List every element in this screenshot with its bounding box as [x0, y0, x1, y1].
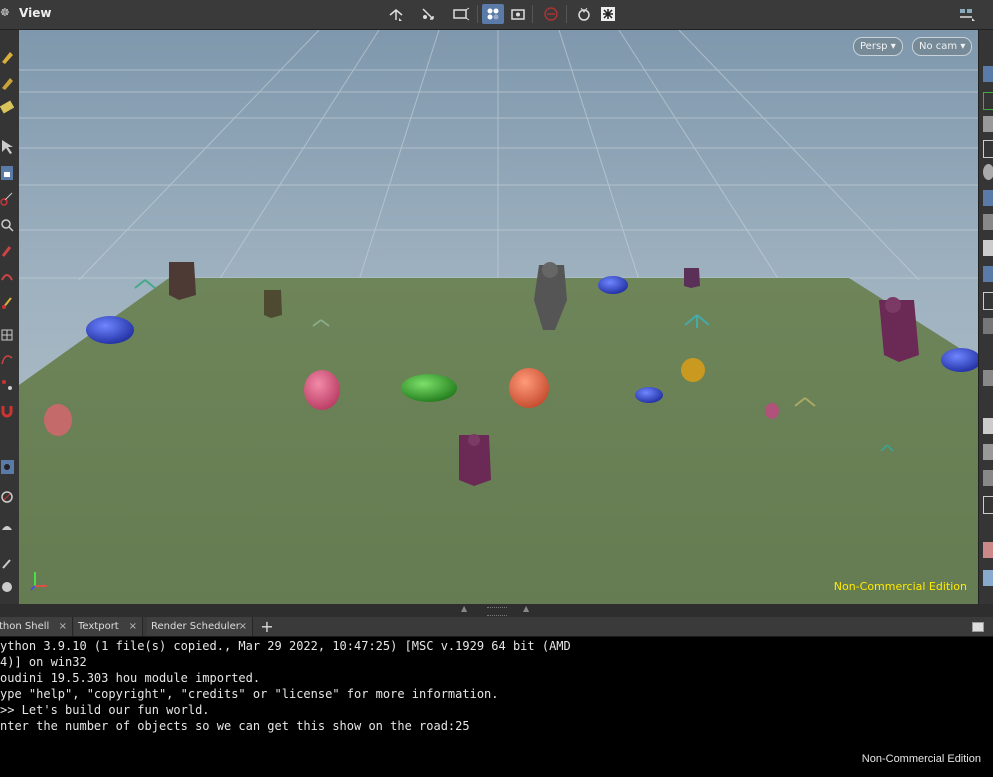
snap-icon[interactable] [0, 402, 14, 420]
camera-label: No cam [919, 41, 958, 52]
shade-icon[interactable] [983, 164, 993, 180]
shell-line: oudini 19.5.303 hou module imported. [0, 671, 261, 685]
bg-icon[interactable] [983, 266, 993, 282]
pin-icon[interactable] [0, 294, 14, 312]
points-icon[interactable] [0, 376, 14, 394]
paint-icon[interactable] [0, 242, 14, 260]
persp-label: Persp [860, 41, 888, 52]
normals-icon[interactable] [983, 240, 993, 256]
handle-icon[interactable] [450, 4, 472, 24]
vis-icon[interactable] [983, 418, 993, 434]
pencil-icon[interactable] [0, 74, 14, 92]
close-icon[interactable]: × [129, 617, 137, 636]
pane-splitter[interactable]: ▲ ▲ [0, 604, 993, 617]
frame-icon[interactable] [983, 496, 993, 514]
cam-icon[interactable] [0, 488, 14, 506]
tab-python-shell[interactable]: thon Shell × [0, 617, 73, 636]
left-tool-shelf [0, 30, 20, 604]
tab-render-scheduler[interactable]: Render Scheduler × [147, 617, 253, 636]
tab-label: thon Shell [0, 621, 50, 632]
render-settings-icon[interactable] [573, 4, 595, 24]
scissors-icon[interactable] [0, 190, 14, 208]
tab-label: Render Scheduler [151, 621, 240, 632]
ghost-icon[interactable] [983, 92, 993, 110]
light-icon[interactable] [0, 520, 14, 538]
stop-icon[interactable] [540, 4, 562, 24]
camera-menu[interactable]: No cam ▾ [912, 37, 973, 56]
eye-icon[interactable] [0, 458, 14, 476]
lock-icon[interactable] [0, 164, 14, 182]
display-options-icon[interactable] [482, 4, 504, 24]
close-icon[interactable]: × [239, 617, 247, 636]
lock-icon[interactable] [983, 116, 993, 132]
persp-menu[interactable]: Persp ▾ [853, 37, 903, 56]
pane-title: View [19, 6, 52, 20]
magnify-icon[interactable] [0, 216, 14, 234]
wire-icon[interactable] [983, 140, 993, 158]
scene-viewport[interactable]: Persp ▾ No cam ▾ Non-Commercial Edition [19, 30, 978, 604]
scene-canvas [19, 30, 978, 604]
shell-line: nter the number of objects so we can get… [0, 719, 470, 733]
wrench-icon[interactable] [0, 554, 14, 572]
viewport-watermark: Non-Commercial Edition [833, 580, 967, 593]
right-tool-shelf [978, 30, 993, 604]
shell-line: 4)] on win32 [0, 655, 87, 669]
checker-icon[interactable] [983, 542, 993, 558]
tab-textport[interactable]: Textport × [74, 617, 143, 636]
template-icon[interactable] [983, 190, 993, 206]
chevron-down-icon: ▾ [960, 41, 966, 52]
drag-handle-icon[interactable] [487, 607, 507, 616]
shell-watermark: Non-Commercial Edition [861, 753, 981, 765]
viewer-toolbar: ☸ View [0, 0, 993, 30]
tab-label: Textport [78, 621, 119, 632]
python-shell-output[interactable]: ython 3.9.10 (1 file(s) copied., Mar 29 … [0, 637, 993, 777]
camera-icon[interactable] [507, 4, 529, 24]
eraser-icon[interactable] [0, 98, 15, 116]
shell-tabs: thon Shell × Textport × Render Scheduler… [0, 617, 993, 637]
grid-icon[interactable] [0, 326, 14, 344]
layout-icon[interactable] [956, 4, 978, 24]
maximize-icon[interactable] [972, 622, 984, 632]
select-arrow-icon[interactable] [0, 138, 14, 156]
add-tab-button[interactable]: + [258, 618, 276, 636]
shell-line: >> Let's build our fun world. [0, 703, 210, 717]
flip-icon[interactable] [983, 470, 993, 486]
chevron-down-icon: ▾ [890, 41, 896, 52]
display-icon[interactable] [983, 66, 993, 82]
snap-icon[interactable] [983, 444, 993, 460]
select-transform-icon[interactable] [385, 4, 407, 24]
sculpt-icon[interactable] [0, 268, 14, 286]
pane-menu-icon[interactable]: ☸ [0, 6, 14, 20]
curve-icon[interactable] [0, 350, 14, 368]
collapse-up-icon[interactable]: ▲ [461, 604, 467, 613]
snapshot-icon[interactable] [597, 4, 619, 24]
collapse-down-icon[interactable]: ▲ [523, 604, 529, 613]
link-icon[interactable] [983, 370, 993, 386]
guide-icon[interactable] [983, 292, 993, 310]
shell-line: ype "help", "copyright", "credits" or "l… [0, 687, 499, 701]
close-icon[interactable]: × [59, 617, 67, 636]
arrow-left-icon[interactable] [983, 570, 993, 586]
safe-area-icon[interactable] [983, 318, 993, 334]
render-view-icon[interactable] [0, 578, 14, 596]
points-display-icon[interactable] [983, 214, 993, 230]
brush-icon[interactable] [0, 48, 14, 66]
shell-line: ython 3.9.10 (1 file(s) copied., Mar 29 … [0, 639, 571, 653]
pose-icon[interactable] [418, 4, 440, 24]
